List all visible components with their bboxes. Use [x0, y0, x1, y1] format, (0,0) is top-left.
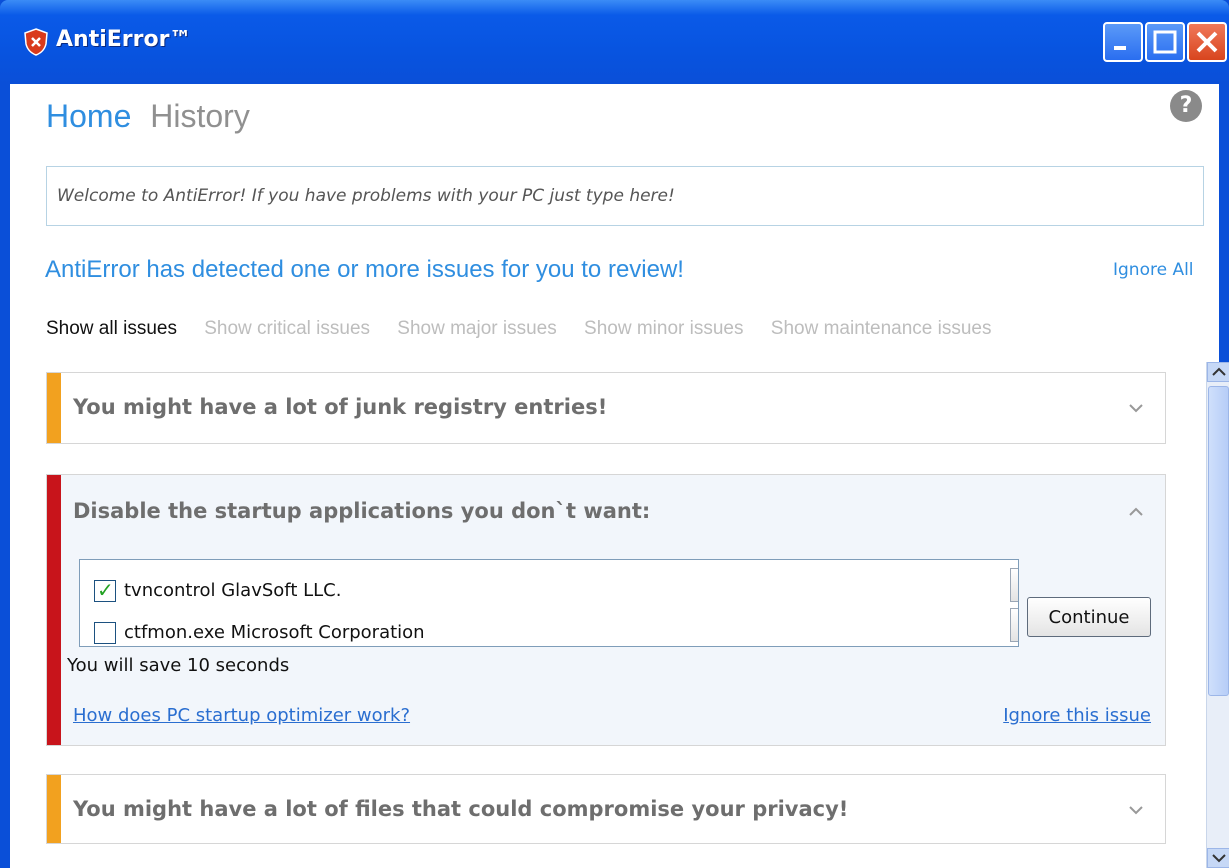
maximize-button[interactable]: [1145, 22, 1185, 62]
chevron-down-icon[interactable]: [1129, 401, 1143, 415]
filter-critical-issues[interactable]: Show critical issues: [204, 318, 370, 339]
issue-title: Disable the startup applications you don…: [73, 499, 651, 523]
main-scrollbar[interactable]: [1206, 362, 1229, 868]
severity-bar: [47, 475, 61, 745]
filter-maintenance-issues[interactable]: Show maintenance issues: [771, 318, 992, 339]
ignore-all-link[interactable]: Ignore All: [1113, 260, 1194, 280]
app-checkbox[interactable]: [94, 622, 116, 644]
chevron-down-icon[interactable]: [1129, 803, 1143, 817]
issue-card-privacy[interactable]: You might have a lot of files that could…: [46, 774, 1166, 844]
app-label: tvncontrol GlavSoft LLC.: [124, 580, 342, 601]
top-nav: Home History: [46, 98, 250, 135]
issue-card-registry[interactable]: You might have a lot of junk registry en…: [46, 372, 1166, 444]
nav-history[interactable]: History: [150, 98, 250, 134]
minimize-button[interactable]: [1103, 22, 1143, 62]
issues-detected-heading: AntiError has detected one or more issue…: [45, 256, 684, 283]
issue-title: You might have a lot of junk registry en…: [73, 395, 608, 419]
close-button[interactable]: [1187, 22, 1227, 62]
scroll-thumb[interactable]: [1208, 386, 1229, 696]
nav-home[interactable]: Home: [46, 98, 131, 134]
help-icon[interactable]: ?: [1170, 90, 1202, 122]
severity-bar: [47, 775, 61, 843]
app-checkbox[interactable]: [94, 578, 116, 602]
filter-major-issues[interactable]: Show major issues: [397, 318, 556, 339]
scroll-up-button[interactable]: [1207, 362, 1229, 382]
minimize-icon: [1114, 46, 1126, 50]
filter-all-issues[interactable]: Show all issues: [46, 318, 177, 339]
scroll-down-button[interactable]: [1207, 848, 1229, 868]
list-scroll-up-button[interactable]: ▲: [1010, 568, 1018, 602]
issue-card-startup: Disable the startup applications you don…: [46, 474, 1166, 746]
severity-bar: [47, 373, 61, 443]
startup-app-list[interactable]: tvncontrol GlavSoft LLC. ctfmon.exe Micr…: [79, 559, 1019, 647]
issue-filters: Show all issues Show critical issues Sho…: [46, 318, 1014, 340]
close-icon: [1196, 31, 1218, 53]
search-input[interactable]: [46, 166, 1204, 226]
ignore-issue-link[interactable]: Ignore this issue: [1003, 705, 1151, 726]
list-scrollbar[interactable]: ▲ ▼: [1010, 562, 1018, 646]
list-item[interactable]: tvncontrol GlavSoft LLC.: [94, 578, 342, 606]
list-item[interactable]: ctfmon.exe Microsoft Corporation: [94, 622, 425, 646]
maximize-icon: [1153, 30, 1177, 54]
continue-button[interactable]: Continue: [1027, 597, 1151, 637]
window-title: AntiError™: [56, 27, 192, 52]
filter-minor-issues[interactable]: Show minor issues: [584, 318, 743, 339]
chevron-up-icon[interactable]: [1129, 505, 1143, 519]
issue-title: You might have a lot of files that could…: [73, 797, 849, 821]
time-savings-text: You will save 10 seconds: [67, 655, 290, 676]
startup-optimizer-help-link[interactable]: How does PC startup optimizer work?: [73, 705, 410, 726]
chevron-up-icon: [1211, 367, 1226, 376]
title-bar[interactable]: AntiError™: [0, 0, 1229, 84]
client-area: Home History ? AntiError has detected on…: [10, 84, 1229, 868]
chevron-down-icon: [1211, 854, 1226, 863]
list-scroll-down-button[interactable]: ▼: [1010, 608, 1018, 642]
shield-logo-icon: [24, 28, 48, 56]
app-label: ctfmon.exe Microsoft Corporation: [124, 622, 425, 643]
